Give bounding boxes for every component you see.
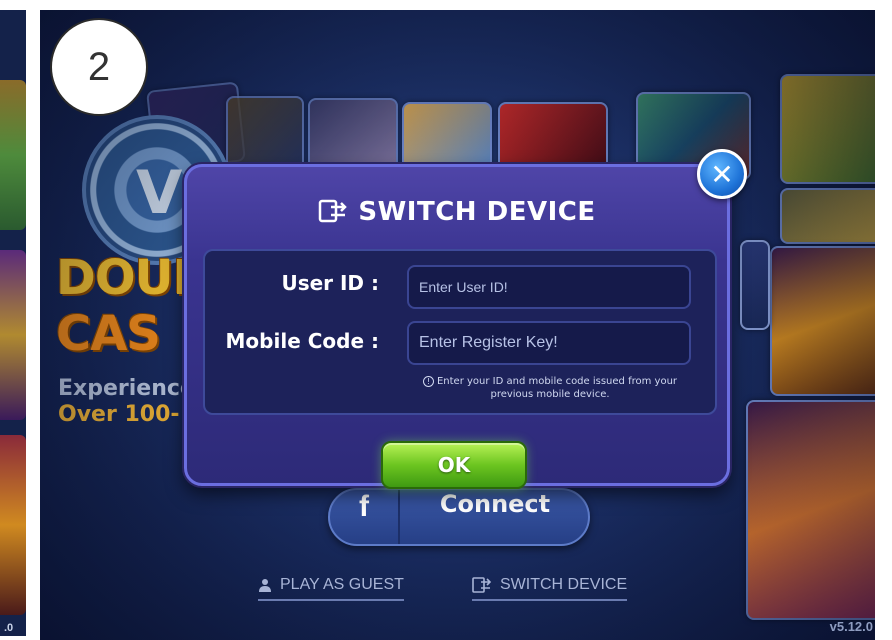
slot-thumbnail bbox=[226, 96, 304, 172]
person-icon bbox=[259, 579, 271, 592]
close-button[interactable]: ✕ bbox=[697, 149, 747, 199]
slot-thumbnail bbox=[740, 240, 770, 330]
facebook-connect-button[interactable]: f Connect bbox=[328, 488, 590, 546]
ok-button[interactable]: OK bbox=[381, 441, 527, 489]
slot-thumbnail bbox=[0, 250, 26, 420]
info-icon: ! bbox=[422, 376, 434, 387]
slot-thumbnail bbox=[0, 80, 26, 230]
user-id-placeholder: Enter User ID! bbox=[419, 279, 508, 295]
user-id-input[interactable]: Enter User ID! bbox=[407, 265, 691, 309]
dialog-title-text: SWITCH DEVICE bbox=[358, 197, 596, 227]
login-form: User ID : Enter User ID! Mobile Code : E… bbox=[203, 249, 717, 415]
game-logo-title: DOUE CAS bbox=[56, 250, 205, 362]
play-as-guest-link[interactable]: PLAY AS GUEST bbox=[258, 576, 404, 601]
slot-thumbnail bbox=[746, 400, 875, 620]
logo-letter: V bbox=[136, 158, 183, 228]
mobile-code-input[interactable]: Enter Register Key! bbox=[407, 321, 691, 365]
slot-thumbnail bbox=[780, 188, 875, 244]
game-login-screen: V DOUE CAS Experience Over 100- f Connec… bbox=[40, 10, 875, 640]
previous-version-label: .0 bbox=[4, 622, 14, 634]
facebook-connect-label: Connect bbox=[439, 490, 551, 518]
logo-line-2: CAS bbox=[56, 306, 161, 362]
dialog-title: SWITCH DEVICE bbox=[187, 197, 727, 227]
facebook-icon: f bbox=[330, 490, 400, 544]
switch-device-label: SWITCH DEVICE bbox=[500, 576, 628, 593]
user-id-label: User ID : bbox=[281, 271, 379, 295]
tagline-line-2: Over 100- bbox=[58, 402, 180, 427]
version-label: v5.12.0 bbox=[829, 619, 873, 634]
mobile-code-label: Mobile Code : bbox=[225, 329, 379, 353]
switch-device-dialog: ✕ SWITCH DEVICE User ID : Enter User ID!… bbox=[184, 149, 747, 489]
switch-device-icon bbox=[319, 199, 348, 223]
previous-screen-strip: .0 bbox=[0, 10, 26, 636]
screenshot-page: .0 V DOUE CAS Experience Over 100- f Con… bbox=[0, 0, 892, 640]
slot-thumbnail bbox=[770, 246, 875, 396]
close-icon: ✕ bbox=[710, 158, 734, 191]
tagline: Experience Over 100- bbox=[58, 376, 195, 428]
tagline-line-1: Experience bbox=[58, 376, 195, 401]
switch-device-icon bbox=[472, 577, 492, 593]
logo-line-1: DOUE bbox=[56, 250, 205, 306]
hint-text: ! Enter your ID and mobile code issued fr… bbox=[415, 375, 685, 401]
play-as-guest-label: PLAY AS GUEST bbox=[280, 576, 404, 593]
hint-message: Enter your ID and mobile code issued fro… bbox=[436, 376, 678, 400]
mobile-code-placeholder: Enter Register Key! bbox=[419, 334, 558, 351]
step-number-badge: 2 bbox=[50, 18, 148, 116]
slot-thumbnail bbox=[0, 435, 26, 615]
slot-thumbnail bbox=[780, 74, 875, 184]
switch-device-link[interactable]: SWITCH DEVICE bbox=[472, 576, 628, 601]
